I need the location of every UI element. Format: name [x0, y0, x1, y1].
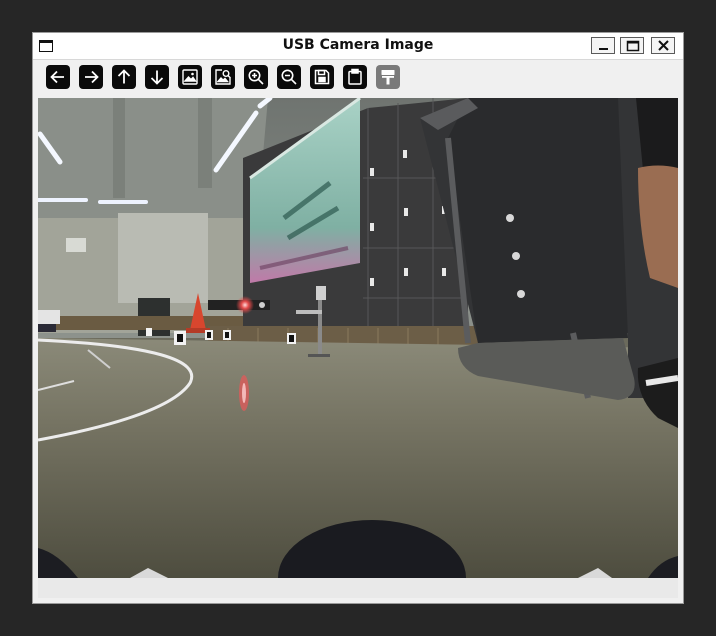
forward-button[interactable]	[79, 65, 103, 89]
down-button[interactable]	[145, 65, 169, 89]
paint-button[interactable]	[376, 65, 400, 89]
camera-image[interactable]	[38, 98, 678, 578]
toolbar	[33, 60, 683, 98]
maximize-icon	[626, 40, 640, 52]
maximize-button[interactable]	[620, 37, 644, 54]
minimize-icon	[599, 48, 608, 50]
image-button[interactable]	[178, 65, 202, 89]
save-icon	[314, 69, 330, 85]
image-search-button[interactable]	[211, 65, 235, 89]
arrow-right-icon	[85, 70, 99, 84]
close-button[interactable]	[651, 37, 675, 54]
zoom-in-icon	[248, 69, 264, 85]
image-icon	[182, 69, 198, 85]
arrow-left-icon	[50, 70, 64, 84]
clipboard-icon	[348, 68, 362, 85]
clipboard-button[interactable]	[343, 65, 367, 89]
image-search-icon	[215, 69, 231, 85]
camera-frame	[38, 98, 678, 578]
window-title: USB Camera Image	[282, 37, 434, 53]
back-button[interactable]	[46, 65, 70, 89]
paint-roller-icon	[381, 70, 395, 85]
zoom-out-button[interactable]	[277, 65, 301, 89]
close-icon	[658, 40, 669, 51]
up-button[interactable]	[112, 65, 136, 89]
minimize-button[interactable]	[591, 37, 615, 54]
arrow-up-icon	[117, 69, 131, 84]
arrow-down-icon	[150, 70, 164, 85]
title-bar[interactable]: USB Camera Image	[33, 33, 683, 60]
save-button[interactable]	[310, 65, 334, 89]
zoom-in-button[interactable]	[244, 65, 268, 89]
zoom-out-icon	[281, 69, 297, 85]
status-bar	[38, 578, 678, 598]
camera-window: USB Camera Image	[32, 32, 684, 604]
